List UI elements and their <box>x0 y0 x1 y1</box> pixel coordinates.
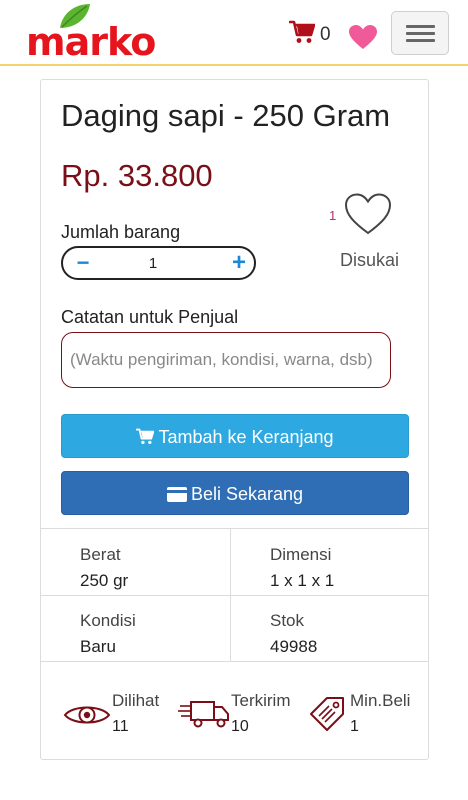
price-tag-icon <box>310 697 344 731</box>
spec-label: Kondisi <box>80 611 136 630</box>
divider <box>41 528 428 529</box>
quantity-value[interactable]: 1 <box>133 254 173 274</box>
heart-icon[interactable] <box>348 24 378 50</box>
note-label: Catatan untuk Penjual <box>61 307 239 327</box>
shopping-cart-icon[interactable] <box>289 20 315 44</box>
stat-value: 11 <box>112 718 129 735</box>
divider <box>230 528 231 661</box>
logo-text: marko <box>26 20 156 64</box>
shopping-cart-icon <box>136 428 155 445</box>
delivery-truck-icon <box>178 701 229 728</box>
spec-value: Baru <box>80 637 116 656</box>
stat-label: Min.Beli <box>350 691 411 710</box>
stat-label: Dilihat <box>112 691 160 710</box>
menu-bar <box>406 25 435 28</box>
add-to-cart-label: Tambah ke Keranjang <box>158 427 334 447</box>
quantity-label: Jumlah barang <box>61 222 181 242</box>
product-price: Rp. 33.800 <box>61 158 213 193</box>
decrement-button[interactable]: − <box>73 252 93 274</box>
menu-bar <box>406 39 435 42</box>
stat-label: Terkirim <box>231 691 291 710</box>
eye-icon <box>63 706 111 724</box>
seller-note-input[interactable] <box>61 332 391 388</box>
divider <box>41 661 428 662</box>
credit-card-icon <box>166 487 187 502</box>
product-card: Daging sapi - 250 Gram Rp. 33.800 Jumlah… <box>40 79 429 760</box>
spec-label: Dimensi <box>270 545 332 564</box>
hamburger-menu-button[interactable] <box>391 11 449 55</box>
stat-value: 1 <box>350 718 359 735</box>
spec-label: Stok <box>270 611 305 630</box>
divider <box>41 595 428 596</box>
buy-now-label: Beli Sekarang <box>190 484 304 504</box>
product-title: Daging sapi - 250 Gram <box>61 98 391 133</box>
spec-value: 250 gr <box>80 571 129 590</box>
buy-now-button[interactable]: Beli Sekarang <box>61 471 409 515</box>
like-label: Disukai <box>340 250 400 270</box>
increment-button[interactable]: + <box>228 251 250 275</box>
stat-value: 10 <box>231 718 249 735</box>
cart-count[interactable]: 0 <box>320 24 331 46</box>
menu-bar <box>406 32 435 35</box>
like-heart-icon[interactable] <box>343 192 393 236</box>
quantity-stepper: − 1 + <box>61 246 256 280</box>
spec-value: 49988 <box>270 637 318 656</box>
add-to-cart-button[interactable]: Tambah ke Keranjang <box>61 414 409 458</box>
spec-value: 1 x 1 x 1 <box>270 571 335 590</box>
site-logo[interactable]: marko <box>26 2 156 64</box>
spec-label: Berat <box>80 545 121 564</box>
like-count: 1 <box>329 208 337 223</box>
site-header: marko 0 <box>0 0 468 66</box>
